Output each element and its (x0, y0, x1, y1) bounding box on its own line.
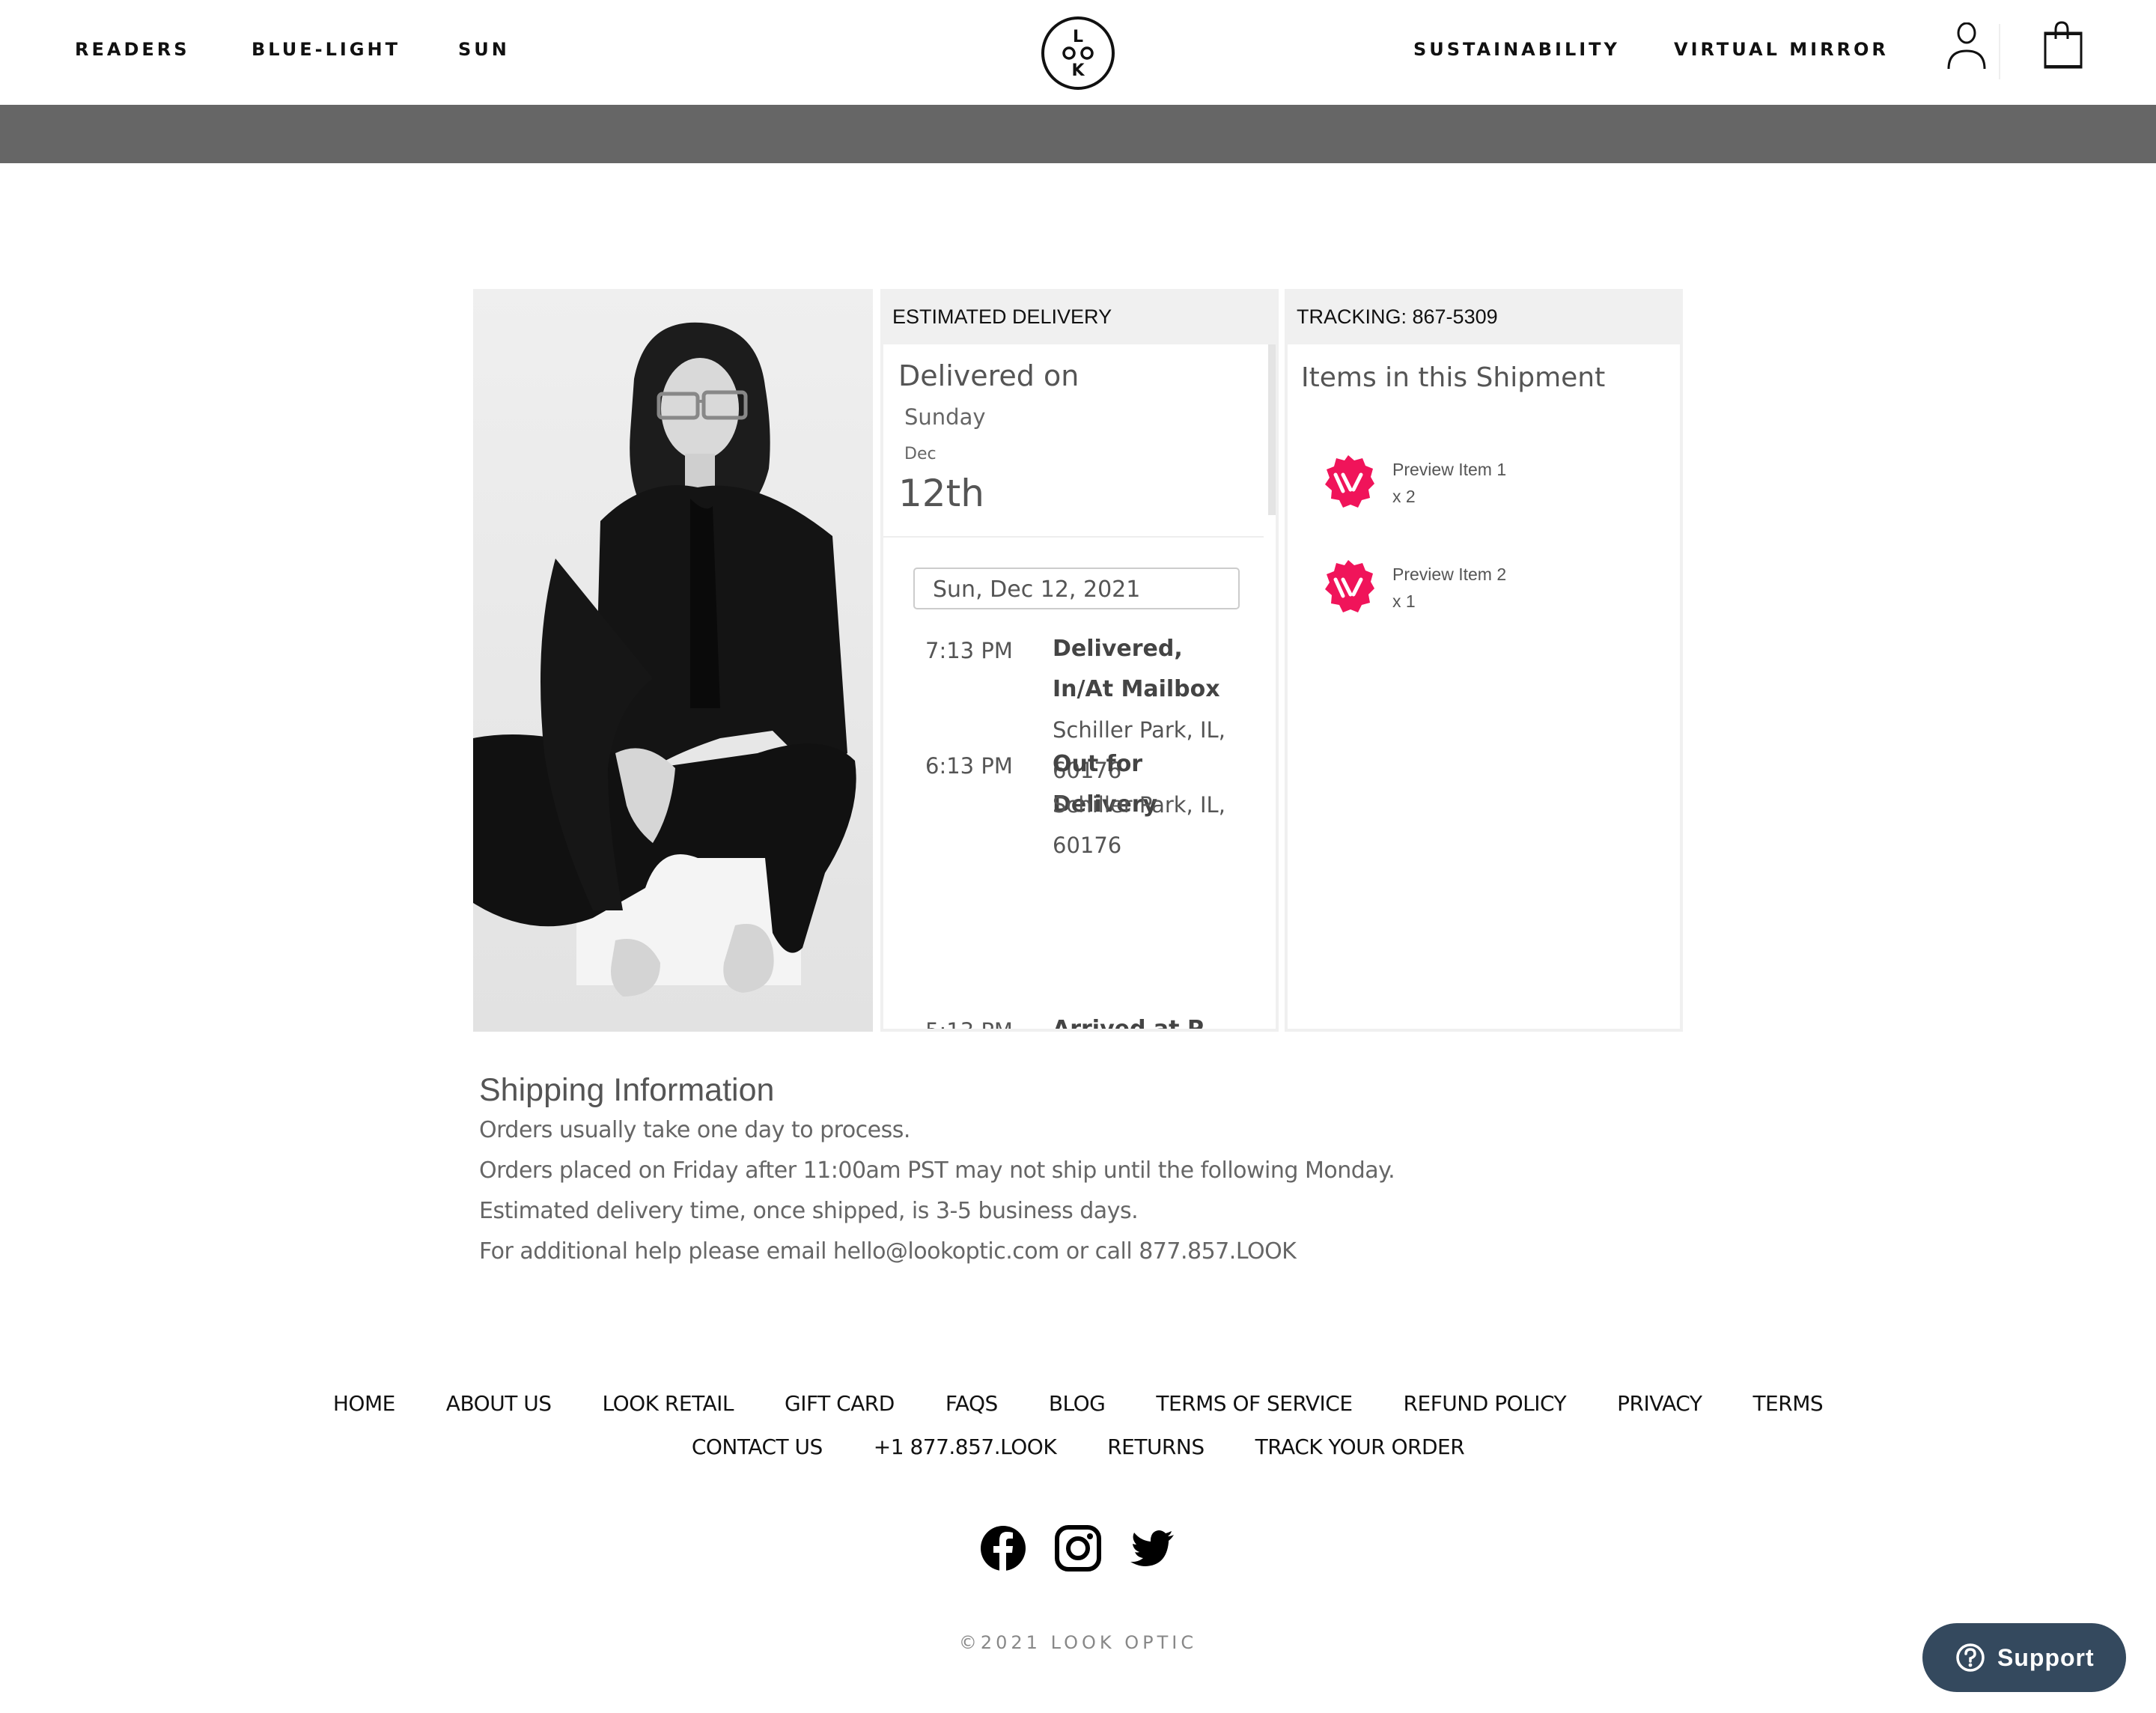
tracking-card: TRACKING: 867-5309 Items in this Shipmen… (1285, 289, 1683, 1032)
footer-returns[interactable]: RETURNS (1107, 1434, 1205, 1459)
logo-letter-k: K (1071, 61, 1085, 80)
event-date-group: Sun, Dec 12, 2021 (913, 568, 1240, 609)
logo-icon: L K (1041, 16, 1115, 90)
event-time: 7:13 PM (925, 638, 1013, 663)
event-location: Schiller Park, IL, (1053, 792, 1225, 818)
delivery-date: 12th (898, 472, 984, 515)
footer-contact-us[interactable]: CONTACT US (692, 1434, 823, 1459)
items-in-shipment-title: Items in this Shipment (1301, 362, 1606, 393)
shipment-item: Preview Item 1 x 2 (1321, 454, 1650, 514)
account-icon (1947, 22, 1986, 70)
copyright: ©2021 LOOK OPTIC (958, 1632, 1198, 1653)
instagram-icon (1055, 1525, 1101, 1571)
shipping-info-title: Shipping Information (479, 1072, 775, 1108)
footer-home[interactable]: HOME (333, 1391, 395, 1416)
shipping-info-line: Estimated delivery time, once shipped, i… (479, 1198, 1139, 1224)
footer-privacy[interactable]: PRIVACY (1617, 1391, 1702, 1416)
item-name: Preview Item 2 (1392, 565, 1507, 584)
product-badge-icon (1325, 455, 1374, 508)
footer-phone[interactable]: +1 877.857.LOOK (874, 1434, 1057, 1459)
shipping-info-line: Orders usually take one day to process. (479, 1117, 910, 1143)
item-name: Preview Item 1 (1392, 460, 1507, 479)
cart-button[interactable] (2042, 21, 2084, 70)
tracking-number: TRACKING: 867-5309 (1297, 305, 1498, 328)
delivery-card-body: Delivered on Sunday Dec 12th Sun, Dec 12… (883, 344, 1276, 1029)
shopping-bag-icon (2044, 21, 2083, 69)
facebook-icon (981, 1526, 1026, 1571)
footer-links-row-1: HOME ABOUT US LOOK RETAIL GIFT CARD FAQS BLOG… (0, 1391, 2156, 1416)
footer-links-row-2: CONTACT US +1 877.857.LOOK RETURNS TRACK YO… (0, 1434, 2156, 1459)
summary-scrollbar[interactable] (1268, 344, 1276, 515)
logo-letter-l: L (1073, 28, 1083, 46)
card-header: ESTIMATED DELIVERY (880, 289, 1279, 344)
support-button[interactable]: Support (1922, 1623, 2126, 1692)
divider (883, 536, 1264, 538)
event-status: Arrived at P (1053, 1009, 1247, 1029)
model-photo (473, 289, 873, 1032)
help-circle-icon (1956, 1643, 1985, 1672)
shipment-item: Preview Item 2 x 1 (1321, 559, 1650, 618)
nav-blue-light[interactable]: BLUE-LIGHT (252, 39, 401, 60)
nav-sun[interactable]: SUN (458, 39, 510, 60)
facebook-link[interactable] (979, 1524, 1027, 1572)
site-header: READERS BLUE-LIGHT SUN L K SUSTAINABILIT… (0, 0, 2156, 105)
announcement-bar (0, 105, 2156, 163)
nav-virtual-mirror[interactable]: VIRTUAL MIRROR (1674, 39, 1889, 60)
event-time: 6:13 PM (925, 753, 1013, 779)
account-button[interactable] (1946, 22, 1987, 72)
estimated-delivery-header: ESTIMATED DELIVERY (892, 305, 1112, 328)
event-zip: 60176 (1053, 833, 1122, 858)
product-badge-icon (1325, 560, 1374, 612)
delivery-weekday: Sunday (904, 404, 986, 430)
footer-blog[interactable]: BLOG (1049, 1391, 1106, 1416)
footer-track-your-order[interactable]: TRACK YOUR ORDER (1255, 1434, 1465, 1459)
footer-look-retail[interactable]: LOOK RETAIL (602, 1391, 734, 1416)
event-time: 5:13 PM (925, 1018, 1013, 1029)
header-divider (1999, 24, 2000, 79)
twitter-link[interactable] (1129, 1524, 1177, 1572)
footer-about-us[interactable]: ABOUT US (446, 1391, 552, 1416)
look-logo[interactable]: L K (1041, 16, 1115, 91)
delivery-month: Dec (904, 445, 937, 463)
shipping-info-line: Orders placed on Friday after 11:00am PS… (479, 1157, 1395, 1184)
tracking-card-body: Items in this Shipment Preview Item 1 x … (1288, 344, 1680, 1029)
nav-sustainability[interactable]: SUSTAINABILITY (1413, 39, 1620, 60)
nav-readers[interactable]: READERS (75, 39, 190, 60)
footer-faqs[interactable]: FAQS (945, 1391, 999, 1416)
support-label: Support (1997, 1644, 2095, 1671)
footer-terms-of-service[interactable]: TERMS OF SERVICE (1156, 1391, 1353, 1416)
item-quantity: x 2 (1392, 487, 1416, 506)
item-quantity: x 1 (1392, 591, 1416, 611)
footer-refund-policy[interactable]: REFUND POLICY (1404, 1391, 1567, 1416)
footer-gift-card[interactable]: GIFT CARD (785, 1391, 895, 1416)
twitter-icon (1130, 1530, 1174, 1566)
estimated-delivery-card: ESTIMATED DELIVERY Delivered on Sunday D… (880, 289, 1279, 1032)
instagram-link[interactable] (1054, 1524, 1102, 1572)
event-status: Delivered, In/At Mailbox (1053, 636, 1220, 702)
footer-terms[interactable]: TERMS (1752, 1391, 1823, 1416)
card-header: TRACKING: 867-5309 (1285, 289, 1683, 344)
shipping-info-line: For additional help please email hello@l… (479, 1238, 1297, 1265)
model-illustration (473, 289, 873, 1032)
delivered-on-label: Delivered on (898, 359, 1079, 392)
